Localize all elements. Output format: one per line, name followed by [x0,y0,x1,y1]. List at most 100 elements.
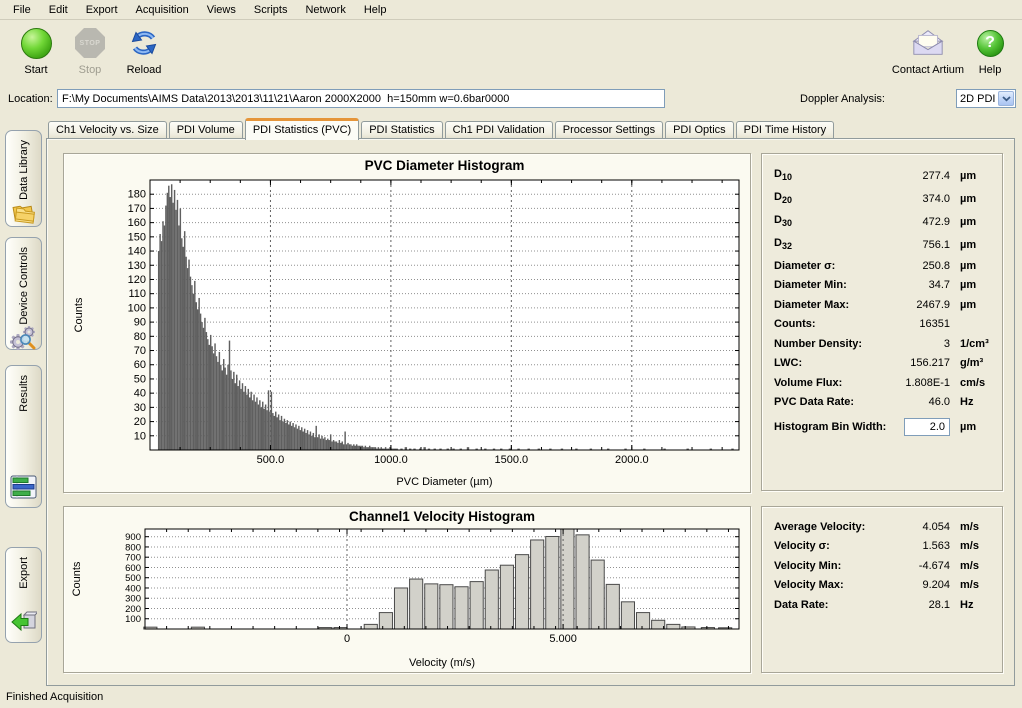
tab-ch1-velocity-vs-size[interactable]: Ch1 Velocity vs. Size [48,121,167,139]
stat-label: Data Rate: [774,599,894,611]
stat-row-diameter: Diameter σ:250.8µm [774,256,994,276]
stat-value: 156.217 [886,357,952,369]
stat-value: 756.1 [886,239,952,251]
svg-text:10: 10 [134,430,146,442]
menu-item-edit[interactable]: Edit [40,0,77,19]
svg-text:80: 80 [134,331,146,343]
sidebar-item-export[interactable]: Export [5,547,42,643]
stat-unit: µm [952,299,994,311]
svg-text:70: 70 [134,345,146,357]
results-icon [10,475,37,502]
svg-text:500: 500 [125,573,141,584]
menu-item-help[interactable]: Help [355,0,396,19]
stat-row-d10: D10277.4µm [774,164,994,187]
menu-item-file[interactable]: File [4,0,40,19]
stat-row-pvc-data-rate: PVC Data Rate:46.0Hz [774,393,994,413]
menu-item-network[interactable]: Network [296,0,354,19]
stat-row-velocity-min: Velocity Min:-4.674m/s [774,556,994,576]
stat-value: 34.7 [886,279,952,291]
svg-text:0: 0 [344,633,350,645]
stat-row-volume-flux: Volume Flux:1.808E-1cm/s [774,373,994,393]
tab-pdi-volume[interactable]: PDI Volume [169,121,243,139]
stat-label: D20 [774,191,886,205]
reload-icon [127,26,161,60]
stat-value: 250.8 [886,260,952,272]
svg-text:300: 300 [125,594,141,605]
help-button-label: Help [979,64,1002,76]
doppler-analysis-label: Doppler Analysis: [800,93,885,105]
sidebar-item-data-library[interactable]: Data Library [5,130,42,227]
menu-item-views[interactable]: Views [198,0,245,19]
stat-row-d32: D32756.1µm [774,233,994,256]
tab-bar: Ch1 Velocity vs. SizePDI VolumePDI Stati… [48,118,1014,139]
svg-text:400: 400 [125,583,141,594]
reload-button[interactable]: Reload [118,25,170,76]
stat-label: Diameter Max: [774,299,886,311]
histogram-bin-width-input[interactable] [904,418,950,436]
pvc-diameter-histogram-chart: PVC Diameter HistogramPVC Diameter (µm)C… [63,153,751,493]
tab-page-pdi-statistics-pvc: PVC Diameter HistogramPVC Diameter (µm)C… [46,138,1015,686]
toolbar: Start STOP Stop Reload [0,21,1022,83]
stat-value: 2467.9 [886,299,952,311]
svg-text:140: 140 [128,246,146,258]
stat-row-d30: D30472.9µm [774,210,994,233]
stat-label: D32 [774,237,886,251]
tab-ch1-pdi-validation[interactable]: Ch1 PDI Validation [445,121,553,139]
stat-label: Velocity Max: [774,579,894,591]
sidebar-item-device-controls[interactable]: Device Controls [5,237,42,350]
tab-pdi-time-history[interactable]: PDI Time History [736,121,835,139]
svg-text:600: 600 [125,563,141,574]
svg-text:2000.0: 2000.0 [615,454,649,466]
menu-item-export[interactable]: Export [77,0,127,19]
stat-row-diameter-max: Diameter Max:2467.9µm [774,295,994,315]
menu-item-scripts[interactable]: Scripts [245,0,297,19]
help-button[interactable]: ? Help [970,25,1010,76]
menu-item-acquisition[interactable]: Acquisition [127,0,198,19]
chevron-down-icon[interactable] [998,91,1014,106]
svg-text:500.0: 500.0 [257,454,285,466]
tab-pdi-optics[interactable]: PDI Optics [665,121,734,139]
svg-text:90: 90 [134,317,146,329]
stat-label: LWC: [774,357,886,369]
stat-label: D10 [774,168,886,182]
sidebar-item-label: Device Controls [18,247,30,325]
stat-unit: Hz [952,599,994,611]
svg-text:PVC Diameter (µm): PVC Diameter (µm) [396,476,492,488]
svg-text:Counts: Counts [73,297,85,332]
svg-text:800: 800 [125,542,141,553]
contact-artium-button[interactable]: Contact Artium [888,25,968,76]
svg-text:20: 20 [134,416,146,428]
sidebar-item-label: Data Library [18,140,30,200]
start-button[interactable]: Start [10,25,62,76]
svg-text:Counts: Counts [71,561,83,596]
stat-label: PVC Data Rate: [774,396,886,408]
doppler-analysis-select[interactable]: 2D PDI [956,89,1016,108]
svg-text:170: 170 [128,203,146,215]
svg-text:700: 700 [125,553,141,564]
velocity-statistics-panel: Average Velocity:4.054m/sVelocity σ:1.56… [761,506,1003,673]
sidebar-item-results[interactable]: Results [5,365,42,508]
data-library-icon [10,200,37,228]
location-input[interactable] [57,89,665,108]
stop-button[interactable]: STOP Stop [64,25,116,76]
stat-unit: cm/s [952,377,994,389]
stat-value: 4.054 [894,521,952,533]
stat-row-lwc: LWC:156.217g/m³ [774,354,994,374]
svg-text:60: 60 [134,359,146,371]
stat-value: 46.0 [886,396,952,408]
svg-text:120: 120 [128,274,146,286]
bin-width-label: Histogram Bin Width: [774,421,904,433]
tab-pdi-statistics[interactable]: PDI Statistics [361,121,442,139]
start-icon [19,26,53,60]
svg-text:100: 100 [128,302,146,314]
stat-label: Counts: [774,318,886,330]
stat-label: Number Density: [774,338,886,350]
stat-unit: m/s [952,521,994,533]
stat-unit: µm [952,193,994,205]
bin-width-unit: µm [952,421,994,433]
tab-processor-settings[interactable]: Processor Settings [555,121,663,139]
svg-text:130: 130 [128,260,146,272]
tab-pdi-statistics-pvc[interactable]: PDI Statistics (PVC) [245,118,359,140]
sidebar-item-label: Results [18,375,30,412]
stat-label: Average Velocity: [774,521,894,533]
